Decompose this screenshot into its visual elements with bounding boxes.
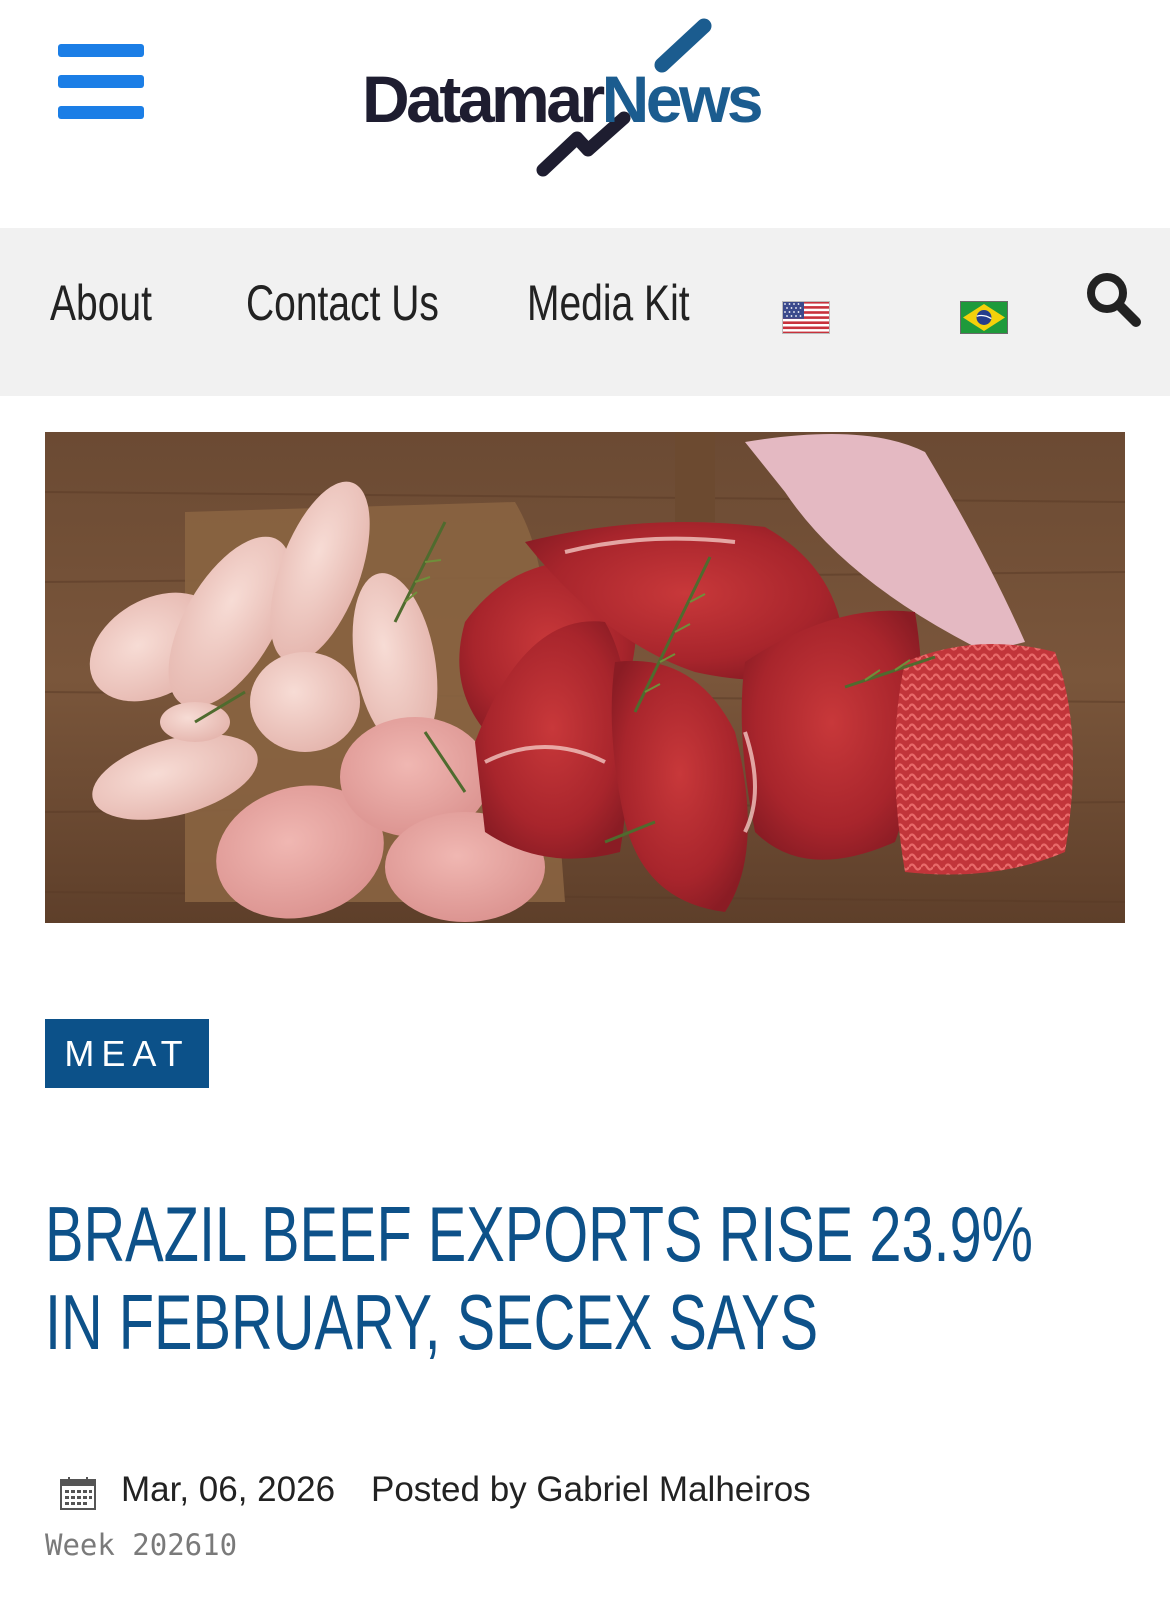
nav-item-about[interactable]: About (50, 278, 152, 328)
publish-date: Mar, 06, 2026 (121, 1470, 336, 1509)
category-badge[interactable]: MEAT (45, 1019, 209, 1088)
hamburger-menu-icon[interactable] (58, 44, 144, 120)
us-flag-icon[interactable] (782, 301, 830, 334)
site-logo[interactable]: DatamarNews (362, 10, 862, 180)
calendar-icon (60, 1477, 96, 1510)
nav-item-contact-us[interactable]: Contact Us (246, 278, 439, 328)
article-title: BRAZIL BEEF EXPORTS RISE 23.9% IN FEBRUA… (45, 1190, 1034, 1366)
search-icon[interactable] (1084, 270, 1142, 328)
logo-wordmark: DatamarNews (362, 62, 764, 136)
assorted-raw-meat-photo (45, 432, 1125, 923)
week-label: Week 202610 (45, 1528, 238, 1562)
hero-image (45, 432, 1125, 923)
category-label: MEAT (64, 1033, 190, 1074)
main-nav: About Contact Us Media Kit (0, 228, 1170, 396)
nav-item-media-kit[interactable]: Media Kit (527, 278, 690, 328)
site-header: DatamarNews (0, 0, 1170, 228)
author-byline[interactable]: Posted by Gabriel Malheiros (371, 1470, 811, 1510)
brazil-flag-icon[interactable] (960, 301, 1008, 334)
